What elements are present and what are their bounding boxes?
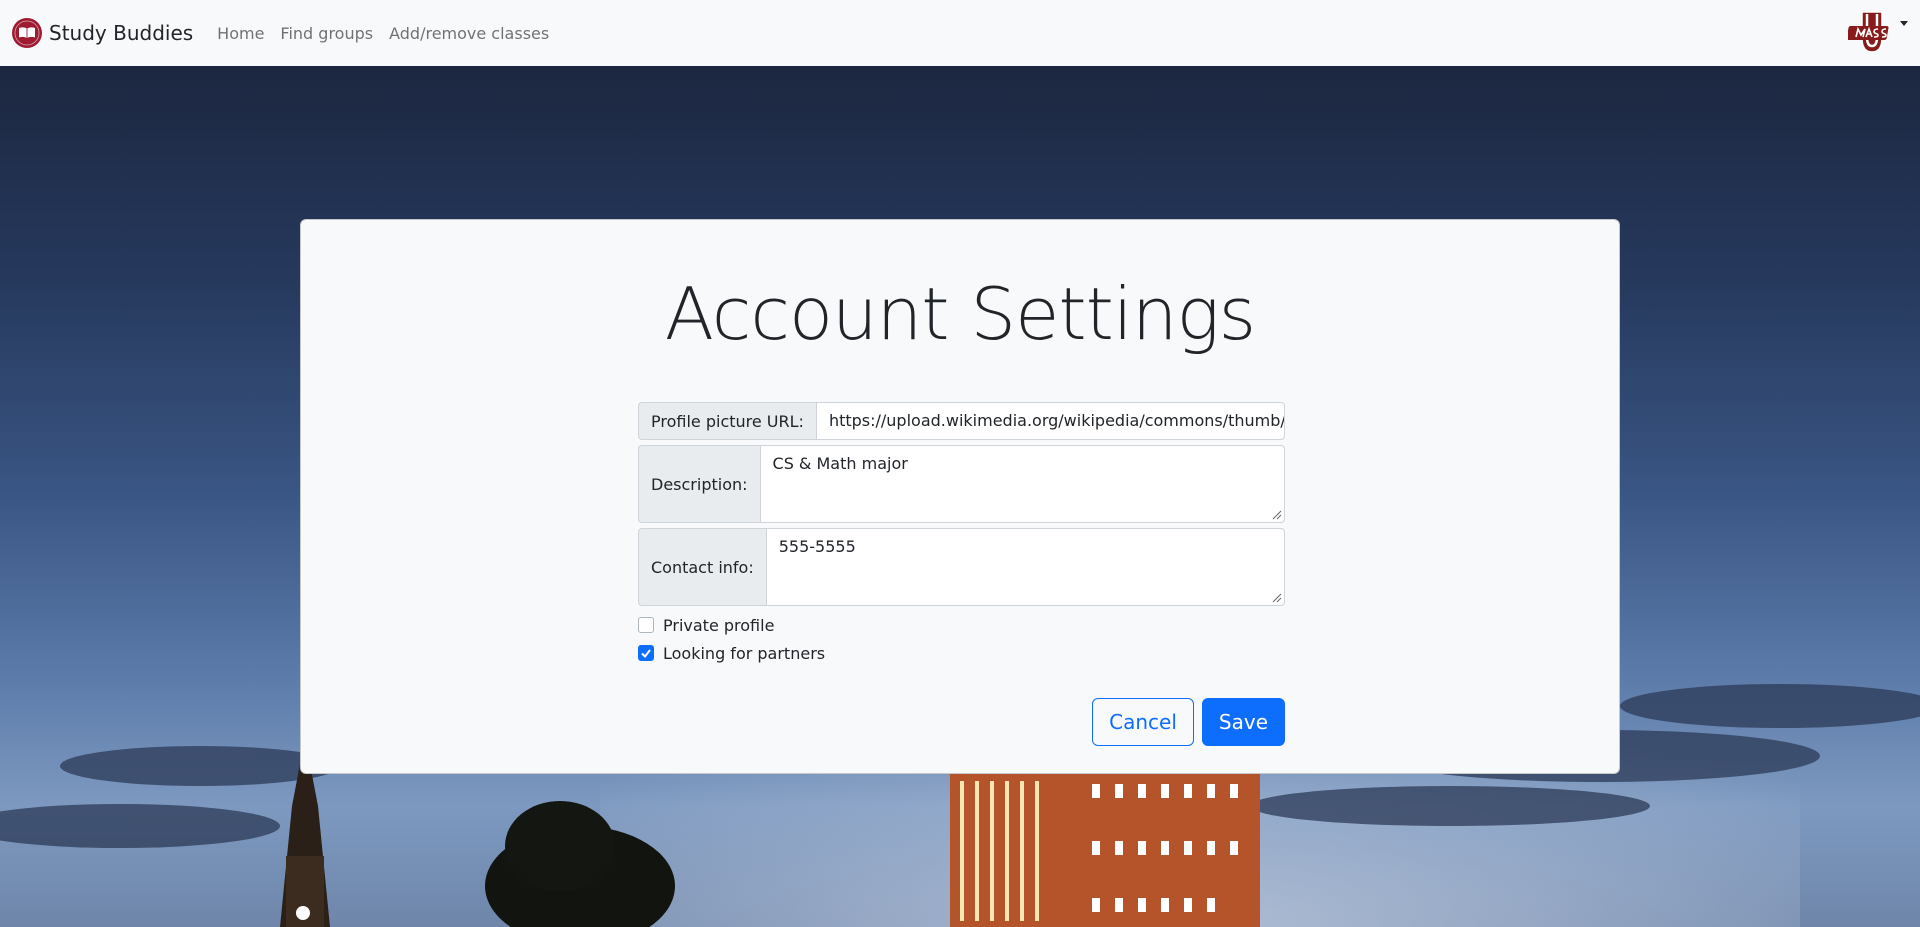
- description-group: Description: CS & Math major: [638, 445, 1285, 523]
- contact-info-textarea[interactable]: 555-5555: [765, 528, 1285, 606]
- profile-picture-url-input[interactable]: https://upload.wikimedia.org/wikipedia/c…: [815, 402, 1285, 440]
- page-title: Account Settings: [664, 272, 1256, 356]
- looking-for-partners-checkbox-row[interactable]: Looking for partners: [638, 639, 1285, 667]
- nav-link-home[interactable]: Home: [217, 24, 264, 43]
- private-profile-label: Private profile: [663, 615, 775, 635]
- private-profile-checkbox[interactable]: [638, 617, 654, 633]
- description-textarea[interactable]: CS & Math major: [759, 445, 1285, 523]
- chevron-down-icon: [1900, 20, 1908, 26]
- account-dropdown[interactable]: [1848, 8, 1908, 56]
- book-logo-icon: [12, 18, 42, 48]
- description-label: Description:: [638, 445, 760, 523]
- looking-for-partners-label: Looking for partners: [663, 643, 826, 663]
- brand-home-link[interactable]: Study Buddies: [12, 18, 193, 48]
- contact-info-group: Contact info: 555-5555: [638, 528, 1285, 606]
- contact-info-label: Contact info:: [638, 528, 766, 606]
- cancel-button[interactable]: Cancel: [1092, 698, 1194, 746]
- looking-for-partners-checkbox[interactable]: [638, 645, 654, 661]
- account-settings-form: Profile picture URL: https://upload.wiki…: [638, 402, 1285, 746]
- form-actions: Cancel Save: [1092, 698, 1285, 746]
- resize-grip-icon[interactable]: [1270, 508, 1282, 520]
- nav-links: Home Find groups Add/remove classes: [217, 24, 565, 43]
- contact-info-value: 555-5555: [778, 537, 856, 556]
- checkmark-icon: [641, 649, 651, 659]
- resize-grip-icon[interactable]: [1270, 591, 1282, 603]
- umass-logo-icon: [1848, 11, 1889, 53]
- description-value: CS & Math major: [772, 454, 908, 473]
- account-settings-card: Account Settings Profile picture URL: ht…: [300, 219, 1620, 774]
- save-button[interactable]: Save: [1201, 698, 1285, 746]
- profile-picture-label: Profile picture URL:: [638, 402, 816, 440]
- profile-picture-group: Profile picture URL: https://upload.wiki…: [638, 402, 1285, 440]
- top-navbar: Study Buddies Home Find groups Add/remov…: [0, 0, 1920, 66]
- nav-link-add-remove-classes[interactable]: Add/remove classes: [389, 24, 549, 43]
- brand-name: Study Buddies: [49, 21, 194, 45]
- private-profile-checkbox-row[interactable]: Private profile: [638, 611, 1285, 639]
- nav-link-find-groups[interactable]: Find groups: [280, 24, 373, 43]
